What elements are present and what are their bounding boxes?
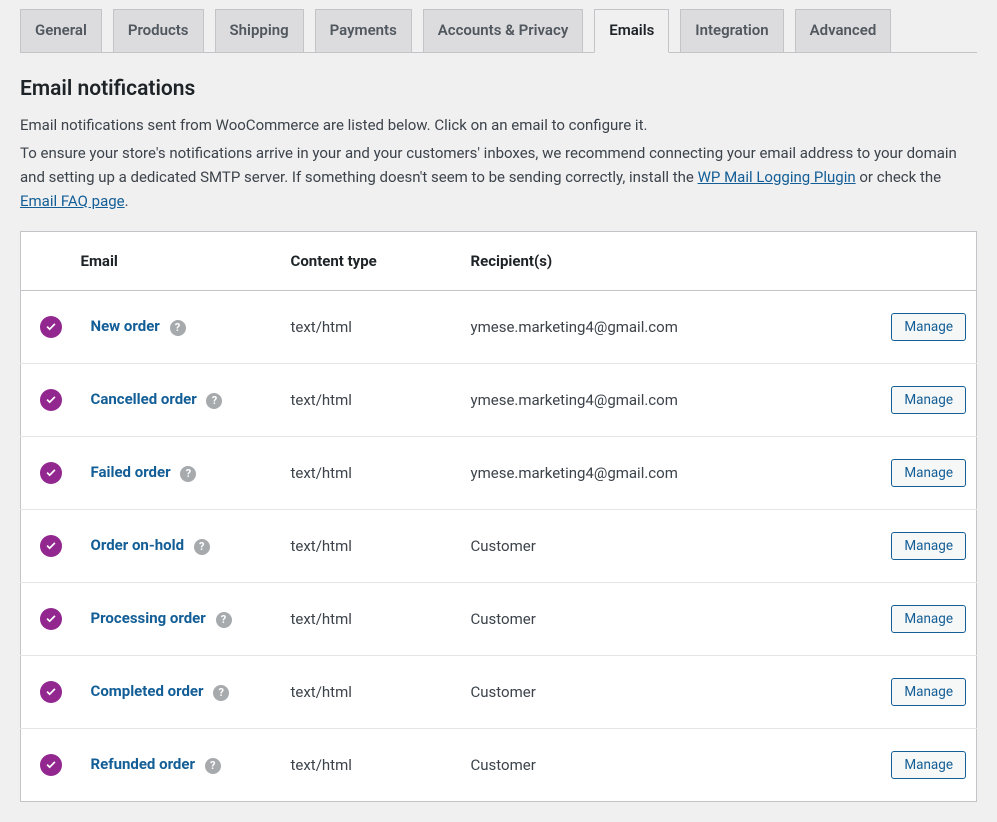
help-tip-icon[interactable]: ? <box>216 612 232 628</box>
help-tip-icon[interactable]: ? <box>205 758 221 774</box>
email-recipient: ymese.marketing4@gmail.com <box>461 363 877 436</box>
status-enabled-icon <box>40 535 62 557</box>
email-name-link[interactable]: Cancelled order <box>91 390 197 408</box>
tab-integration[interactable]: Integration <box>680 9 783 52</box>
manage-button[interactable]: Manage <box>891 751 966 779</box>
manage-button[interactable]: Manage <box>891 678 966 706</box>
help-tip-icon[interactable]: ? <box>170 320 186 336</box>
col-content-type-header: Content type <box>281 231 461 290</box>
manage-button[interactable]: Manage <box>891 605 966 633</box>
manage-button[interactable]: Manage <box>891 313 966 341</box>
tab-accounts-privacy[interactable]: Accounts & Privacy <box>423 9 584 52</box>
tab-general[interactable]: General <box>20 9 102 52</box>
email-name-link[interactable]: Completed order <box>91 682 204 700</box>
email-recipient: ymese.marketing4@gmail.com <box>461 436 877 509</box>
status-enabled-icon <box>40 316 62 338</box>
email-content-type: text/html <box>281 582 461 655</box>
desc2-text-post: . <box>125 192 129 210</box>
email-name-link[interactable]: Processing order <box>91 609 206 627</box>
help-tip-icon[interactable]: ? <box>206 393 222 409</box>
email-content-type: text/html <box>281 509 461 582</box>
email-notifications-table: Email Content type Recipient(s) New orde… <box>20 231 977 802</box>
email-content-type: text/html <box>281 436 461 509</box>
section-description-2: To ensure your store's notifications arr… <box>20 141 977 213</box>
email-row: Refunded order ? text/html Customer Mana… <box>21 728 977 801</box>
email-row: Cancelled order ? text/html ymese.market… <box>21 363 977 436</box>
tab-payments[interactable]: Payments <box>315 9 412 52</box>
email-recipient: Customer <box>461 728 877 801</box>
section-description-1: Email notifications sent from WooCommerc… <box>20 113 977 137</box>
status-enabled-icon <box>40 681 62 703</box>
settings-tabs: General Products Shipping Payments Accou… <box>20 0 977 53</box>
manage-button[interactable]: Manage <box>891 459 966 487</box>
email-content-type: text/html <box>281 728 461 801</box>
col-email-header: Email <box>81 231 281 290</box>
email-content-type: text/html <box>281 655 461 728</box>
status-enabled-icon <box>40 754 62 776</box>
manage-button[interactable]: Manage <box>891 386 966 414</box>
email-row: Failed order ? text/html ymese.marketing… <box>21 436 977 509</box>
col-recipients-header: Recipient(s) <box>461 231 877 290</box>
email-row: Processing order ? text/html Customer Ma… <box>21 582 977 655</box>
email-content-type: text/html <box>281 290 461 363</box>
email-row: New order ? text/html ymese.marketing4@g… <box>21 290 977 363</box>
col-status-header <box>21 231 81 290</box>
email-name-link[interactable]: Failed order <box>91 463 171 481</box>
desc2-text-mid: or check the <box>856 168 941 186</box>
status-enabled-icon <box>40 462 62 484</box>
email-row: Completed order ? text/html Customer Man… <box>21 655 977 728</box>
email-recipient: Customer <box>461 655 877 728</box>
tab-emails[interactable]: Emails <box>594 9 669 53</box>
col-action-header <box>877 231 977 290</box>
status-enabled-icon <box>40 389 62 411</box>
email-faq-link[interactable]: Email FAQ page <box>20 192 125 210</box>
email-content-type: text/html <box>281 363 461 436</box>
email-row: Order on-hold ? text/html Customer Manag… <box>21 509 977 582</box>
email-recipient: Customer <box>461 509 877 582</box>
tab-shipping[interactable]: Shipping <box>215 9 304 52</box>
help-tip-icon[interactable]: ? <box>194 539 210 555</box>
email-recipient: ymese.marketing4@gmail.com <box>461 290 877 363</box>
wp-mail-logging-link[interactable]: WP Mail Logging Plugin <box>698 168 856 186</box>
tab-products[interactable]: Products <box>113 9 204 52</box>
tab-advanced[interactable]: Advanced <box>795 9 892 52</box>
email-name-link[interactable]: Order on-hold <box>91 536 185 554</box>
help-tip-icon[interactable]: ? <box>213 685 229 701</box>
email-name-link[interactable]: Refunded order <box>91 755 195 773</box>
email-name-link[interactable]: New order <box>91 317 160 335</box>
email-recipient: Customer <box>461 582 877 655</box>
status-enabled-icon <box>40 608 62 630</box>
manage-button[interactable]: Manage <box>891 532 966 560</box>
section-title: Email notifications <box>20 77 977 101</box>
help-tip-icon[interactable]: ? <box>180 466 196 482</box>
